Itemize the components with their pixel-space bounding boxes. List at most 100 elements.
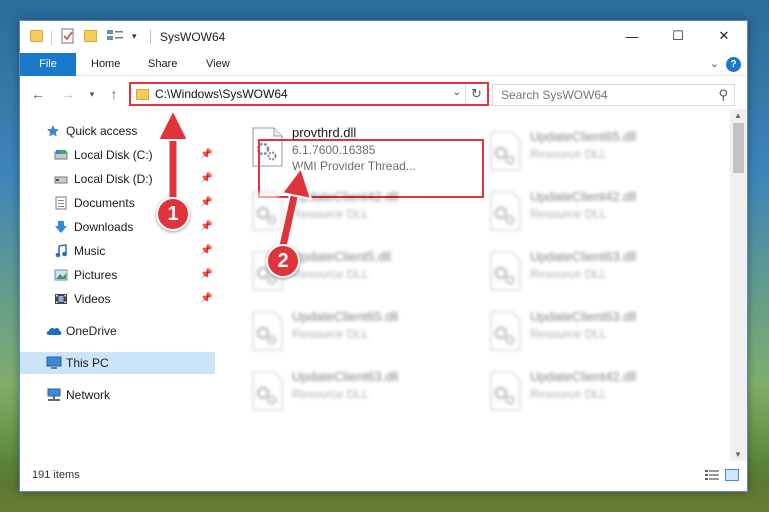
sidebar-item-local-disk-c[interactable]: Local Disk (C:) 📌 bbox=[20, 144, 215, 166]
dll-file-icon bbox=[252, 191, 283, 231]
sidebar-item-music[interactable]: Music 📌 bbox=[20, 240, 215, 262]
pin-icon[interactable]: 📌 bbox=[200, 216, 212, 238]
pin-icon[interactable]: 📌 bbox=[200, 144, 212, 166]
documents-icon bbox=[55, 196, 67, 210]
file-type: Resource DLL bbox=[530, 267, 607, 281]
tab-home[interactable]: Home bbox=[81, 53, 130, 76]
minimize-button[interactable]: — bbox=[609, 21, 655, 51]
sidebar-item-label: This PC bbox=[66, 356, 109, 370]
navigation-pane: Quick access Local Disk (C:) 📌 Local Dis… bbox=[20, 115, 215, 460]
customize-toolbar-icon[interactable]: ▾ bbox=[132, 31, 150, 49]
details-view-icon[interactable] bbox=[705, 469, 719, 481]
view-options-icon[interactable] bbox=[106, 28, 124, 46]
pin-icon[interactable]: 📌 bbox=[200, 288, 212, 310]
properties-icon[interactable] bbox=[60, 28, 78, 46]
file-type: Resource DLL bbox=[530, 207, 607, 221]
sidebar-item-videos[interactable]: Videos 📌 bbox=[20, 288, 215, 310]
ribbon-tabs: File Home Share View ⌄ ? bbox=[20, 53, 747, 76]
search-placeholder: Search SysWOW64 bbox=[501, 88, 608, 102]
search-input[interactable]: Search SysWOW64 ⚲ bbox=[492, 84, 735, 106]
pin-icon[interactable]: 📌 bbox=[200, 240, 212, 262]
pin-icon[interactable]: 📌 bbox=[200, 192, 212, 214]
sidebar-item-this-pc[interactable]: This PC bbox=[20, 352, 215, 374]
step-1-badge: 1 bbox=[156, 197, 190, 231]
sidebar-item-pictures[interactable]: Pictures 📌 bbox=[20, 264, 215, 286]
file-type: Resource DLL bbox=[530, 327, 607, 341]
network-icon bbox=[47, 388, 61, 401]
toolbar-divider bbox=[51, 31, 52, 45]
file-explorer-window: ▾ SysWOW64 — ☐ ✕ File Home Share View ⌄ … bbox=[19, 20, 748, 492]
help-icon[interactable]: ? bbox=[726, 57, 741, 72]
file-tile[interactable]: UpdateClient42.dll Resource DLL bbox=[480, 363, 705, 419]
file-tile[interactable]: UpdateClient42.dll Resource DLL bbox=[242, 183, 467, 239]
item-count: 191 items bbox=[32, 469, 80, 481]
star-icon bbox=[47, 125, 59, 137]
expand-ribbon-icon[interactable]: ⌄ bbox=[710, 57, 719, 70]
scroll-up-icon[interactable]: ▲ bbox=[734, 111, 742, 120]
maximize-button[interactable]: ☐ bbox=[655, 21, 701, 51]
download-icon bbox=[55, 221, 67, 233]
file-tile[interactable]: UpdateClient65.dll Resource DLL bbox=[480, 123, 705, 179]
drive-icon bbox=[54, 176, 68, 184]
file-name: UpdateClient63.dll bbox=[292, 369, 399, 384]
sidebar-item-label: Pictures bbox=[74, 268, 118, 282]
file-list: provthrd.dll 6.1.7600.16385 WMI Provider… bbox=[232, 115, 730, 460]
file-type: Resource DLL bbox=[292, 207, 369, 221]
search-icon[interactable]: ⚲ bbox=[718, 87, 728, 103]
file-name: UpdateClient63.dll bbox=[530, 249, 637, 264]
sidebar-item-local-disk-d[interactable]: Local Disk (D:) 📌 bbox=[20, 168, 215, 190]
file-name: UpdateClient42.dll bbox=[292, 189, 399, 204]
file-tile[interactable]: UpdateClient63.dll Resource DLL bbox=[242, 363, 467, 419]
folder-icon bbox=[136, 89, 149, 100]
address-bar[interactable]: C:\Windows\SysWOW64 ⌄ ↻ bbox=[129, 82, 489, 106]
file-name: UpdateClient65.dll bbox=[530, 129, 637, 144]
pin-icon[interactable]: 📌 bbox=[200, 168, 212, 190]
close-button[interactable]: ✕ bbox=[701, 21, 747, 51]
title-divider bbox=[150, 30, 151, 44]
back-button[interactable]: ← bbox=[28, 83, 48, 105]
sidebar-item-label: Music bbox=[74, 244, 106, 258]
file-type: Resource DLL bbox=[292, 387, 369, 401]
up-button[interactable]: ↑ bbox=[104, 83, 124, 105]
file-name: UpdateClient42.dll bbox=[530, 189, 637, 204]
file-name: UpdateClient5.dll bbox=[292, 249, 392, 264]
dll-file-icon bbox=[252, 371, 283, 411]
computer-icon bbox=[46, 356, 62, 369]
sidebar-item-quick-access[interactable]: Quick access bbox=[20, 120, 215, 142]
sidebar-item-label: Local Disk (D:) bbox=[74, 172, 153, 186]
new-folder-icon[interactable] bbox=[84, 30, 97, 42]
dll-file-icon bbox=[490, 371, 521, 411]
videos-icon bbox=[55, 294, 67, 304]
scroll-down-icon[interactable]: ▼ bbox=[734, 450, 742, 459]
sidebar-item-onedrive[interactable]: OneDrive bbox=[20, 320, 215, 342]
dll-file-icon bbox=[490, 311, 521, 351]
music-icon bbox=[55, 244, 67, 258]
sidebar-item-label: Local Disk (C:) bbox=[74, 148, 153, 162]
file-tile[interactable]: UpdateClient65.dll Resource DLL bbox=[242, 303, 467, 359]
pin-icon[interactable]: 📌 bbox=[200, 264, 212, 286]
address-dropdown-icon[interactable]: ⌄ bbox=[453, 87, 461, 98]
tab-share[interactable]: Share bbox=[138, 53, 187, 76]
forward-button[interactable]: → bbox=[58, 83, 78, 105]
refresh-button[interactable]: ↻ bbox=[465, 84, 487, 104]
dll-file-icon bbox=[490, 191, 521, 231]
tiles-view-icon[interactable] bbox=[725, 469, 739, 481]
navigation-bar: ← → ▾ ↑ C:\Windows\SysWOW64 ⌄ ↻ Search S… bbox=[20, 79, 747, 109]
vertical-scrollbar[interactable]: ▲ ▼ bbox=[730, 109, 747, 461]
status-bar: 191 items bbox=[20, 461, 747, 491]
title-bar: ▾ SysWOW64 — ☐ ✕ bbox=[20, 21, 747, 53]
scrollbar-thumb[interactable] bbox=[733, 123, 744, 173]
address-path[interactable]: C:\Windows\SysWOW64 bbox=[155, 87, 288, 101]
file-type: Resource DLL bbox=[292, 327, 369, 341]
recent-locations-button[interactable]: ▾ bbox=[82, 83, 102, 105]
file-tile[interactable]: UpdateClient42.dll Resource DLL bbox=[480, 183, 705, 239]
pictures-icon bbox=[54, 269, 68, 281]
folder-icon[interactable] bbox=[30, 30, 43, 42]
dll-file-icon bbox=[490, 131, 521, 171]
tab-file[interactable]: File bbox=[20, 53, 76, 76]
file-tile[interactable]: UpdateClient63.dll Resource DLL bbox=[480, 303, 705, 359]
file-tile[interactable]: UpdateClient63.dll Resource DLL bbox=[480, 243, 705, 299]
file-type: Resource DLL bbox=[292, 267, 369, 281]
sidebar-item-network[interactable]: Network bbox=[20, 384, 215, 406]
tab-view[interactable]: View bbox=[196, 53, 240, 76]
